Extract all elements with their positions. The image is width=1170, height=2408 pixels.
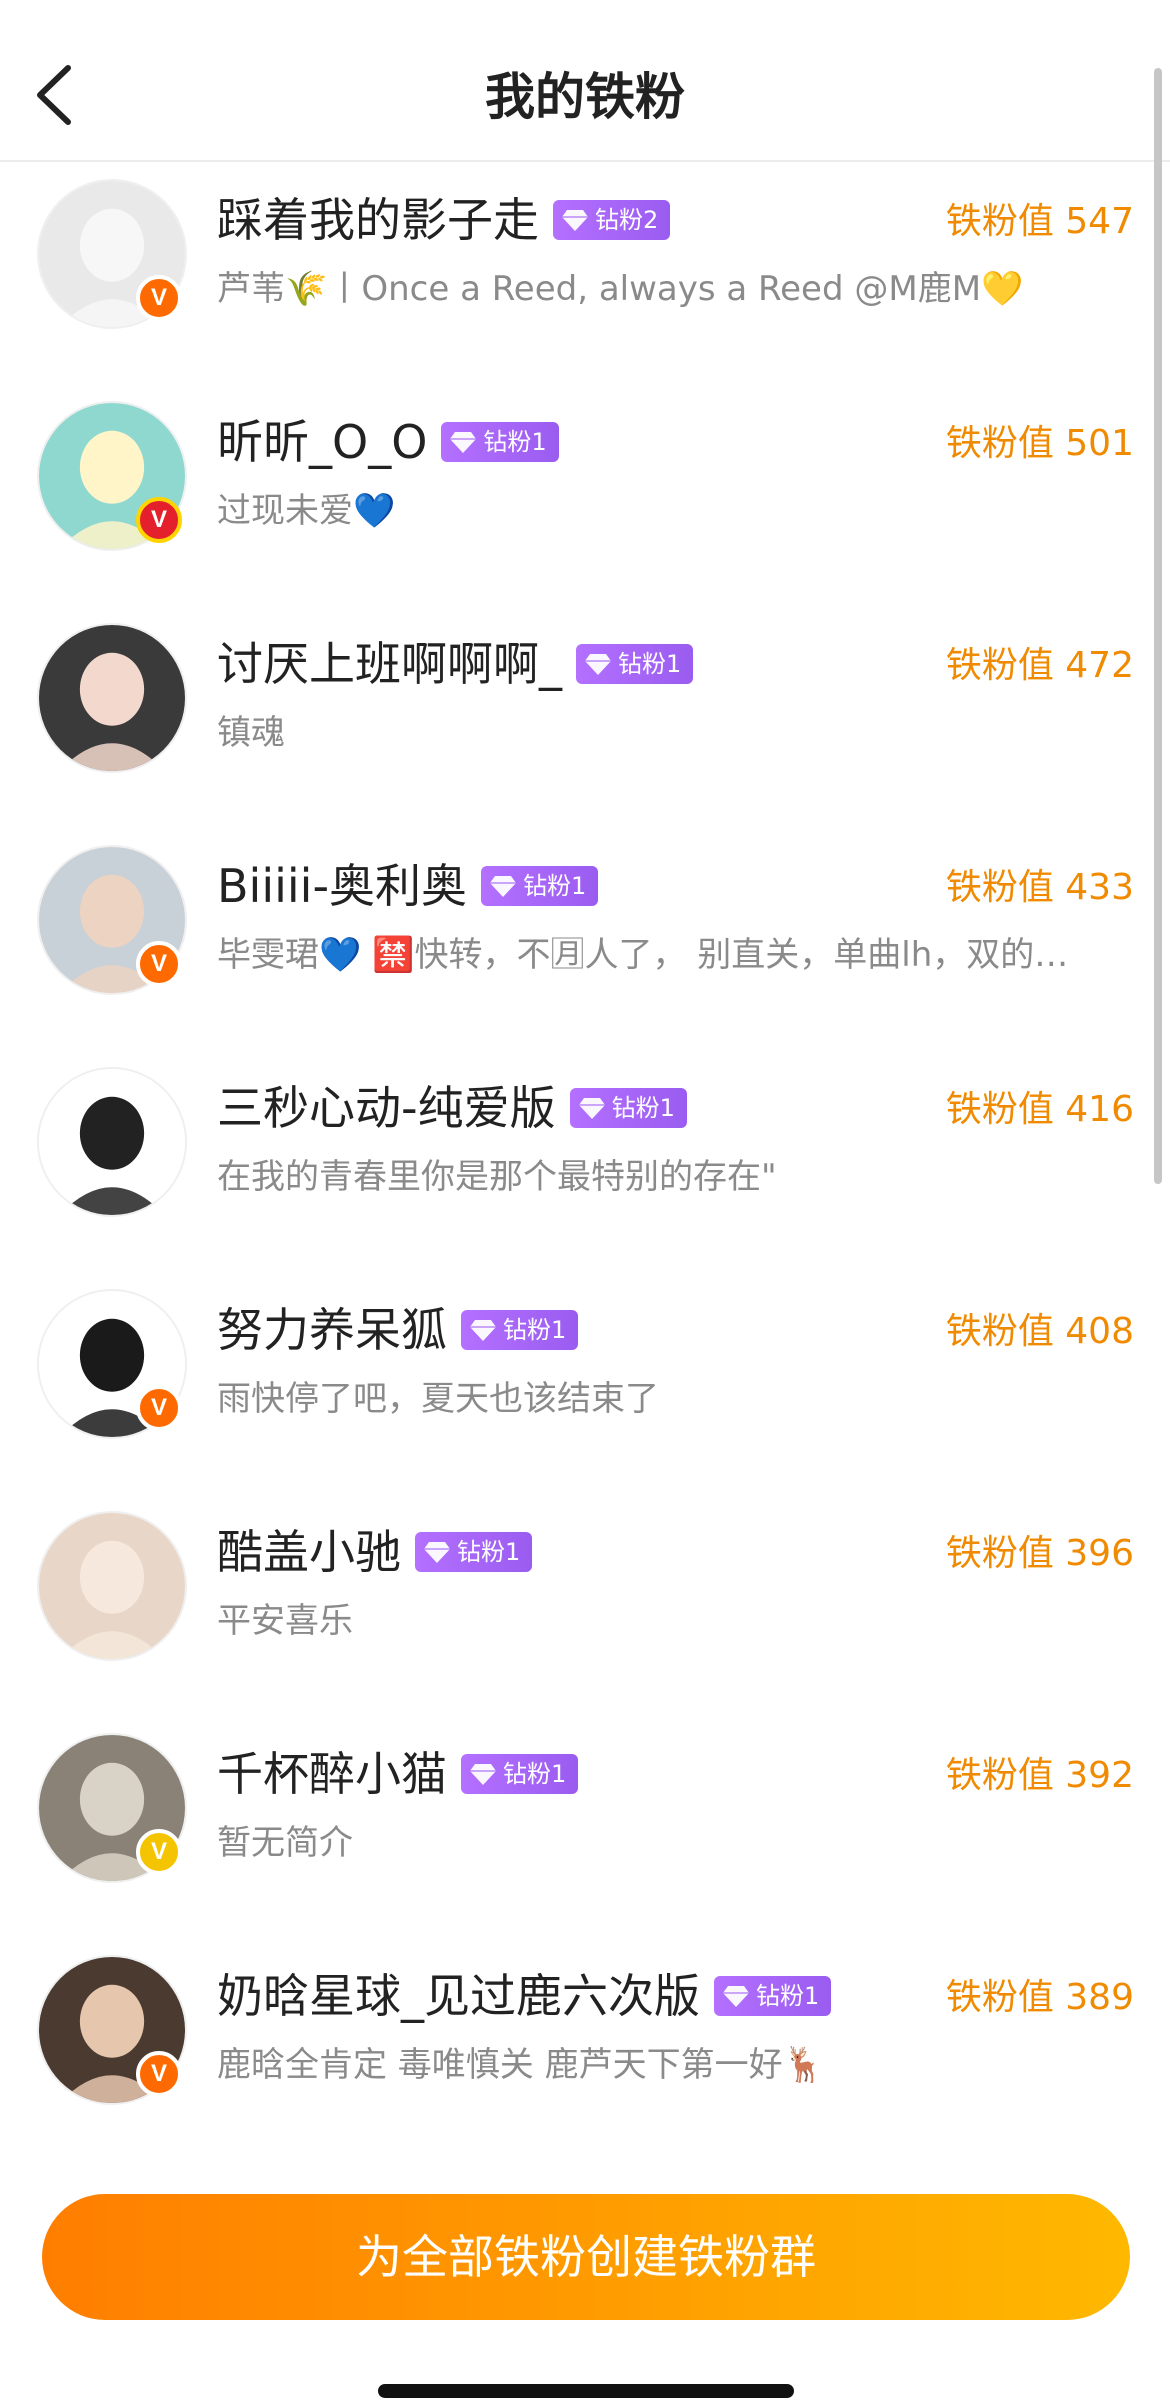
fan-bio: 平安喜乐: [217, 1601, 353, 1641]
fan-level-tag: 钻粉1: [569, 1088, 687, 1128]
iron-fan-score: 铁粉值 547: [945, 201, 1134, 242]
fan-name[interactable]: 千杯醉小猫: [217, 1741, 447, 1807]
avatar[interactable]: [37, 623, 187, 773]
diamond-icon: [470, 1320, 496, 1341]
fan-list-item[interactable]: V 千杯醉小猫 钻粉1 铁粉值 392 暂无简介: [0, 1716, 1170, 1938]
verified-badge-icon: V: [136, 1385, 182, 1431]
diamond-icon: [562, 210, 588, 231]
name-line: 三秒心动-纯爱版 钻粉1: [217, 1075, 687, 1141]
verified-badge-icon: V: [136, 497, 182, 543]
iron-fan-score: 铁粉值 501: [945, 423, 1134, 464]
navigation-bar: 我的铁粉: [0, 0, 1170, 162]
fan-name[interactable]: Biiiii-奥利奥: [217, 853, 467, 919]
fan-bio: 芦苇🌾丨Once a Reed, always a Reed @M鹿M💛: [217, 269, 1024, 309]
fan-level-tag: 钻粉1: [714, 1976, 832, 2016]
verified-badge-icon: V: [136, 1829, 182, 1875]
fan-name[interactable]: 奶晗星球_见过鹿六次版: [217, 1963, 700, 2029]
home-indicator: [378, 2384, 794, 2398]
diamond-icon: [450, 432, 477, 453]
fan-level-label: 钻粉1: [756, 1982, 820, 2010]
iron-fan-score: 铁粉值 389: [945, 1977, 1134, 2018]
avatar[interactable]: [37, 1511, 187, 1661]
fan-bio: 镇魂: [217, 713, 285, 753]
iron-fan-score: 铁粉值 396: [945, 1533, 1134, 1574]
iron-fan-score: 铁粉值 472: [945, 645, 1134, 686]
fan-level-label: 钻粉1: [523, 872, 587, 900]
diamond-icon: [424, 1542, 450, 1563]
fan-level-tag: 钻粉1: [441, 422, 559, 462]
fan-level-label: 钻粉1: [503, 1760, 567, 1788]
name-line: 酷盖小驰 钻粉1: [217, 1519, 533, 1585]
fan-name[interactable]: 努力养呆狐: [217, 1297, 447, 1363]
fan-bio: 雨快停了吧，夏天也该结束了: [217, 1379, 659, 1419]
fan-level-tag: 钻粉1: [415, 1532, 533, 1572]
fan-name[interactable]: 昕昕_O_O: [217, 409, 427, 475]
fan-bio: 暂无简介: [217, 1823, 353, 1863]
fan-level-label: 钻粉2: [595, 206, 659, 234]
fan-level-tag: 钻粉1: [461, 1754, 579, 1794]
fan-level-label: 钻粉1: [483, 428, 547, 456]
iron-fan-score: 铁粉值 433: [945, 867, 1134, 908]
name-line: 昕昕_O_O 钻粉1: [217, 409, 559, 475]
fan-bio: 过现未爱💙: [217, 491, 396, 531]
fan-name[interactable]: 讨厌上班啊啊啊_: [217, 631, 562, 697]
fan-bio: 在我的青春里你是那个最特别的存在": [217, 1157, 777, 1197]
verified-badge-icon: V: [136, 2051, 182, 2097]
fan-list-item[interactable]: V 酷盖小驰 钻粉1 铁粉值 396 平安喜乐: [0, 1494, 1170, 1716]
fan-level-label: 钻粉1: [618, 650, 682, 678]
fan-list-item[interactable]: V 踩着我的影子走 钻粉2 铁粉值 547 芦苇🌾丨Once a Reed, a…: [0, 162, 1170, 384]
fan-list: V 踩着我的影子走 钻粉2 铁粉值 547 芦苇🌾丨Once a Reed, a…: [0, 162, 1170, 2160]
iron-fan-score: 铁粉值 408: [945, 1311, 1134, 1352]
fan-list-item[interactable]: V 三秒心动-纯爱版 钻粉1 铁粉值 416 在我的青春里你是那个最特别的存在": [0, 1050, 1170, 1272]
diamond-icon: [470, 1764, 496, 1785]
diamond-icon: [578, 1098, 605, 1119]
fan-level-tag: 钻粉1: [576, 644, 694, 684]
page-title: 我的铁粉: [485, 68, 685, 126]
fan-level-tag: 钻粉1: [461, 1310, 579, 1350]
name-line: 讨厌上班啊啊啊_ 钻粉1: [217, 631, 694, 697]
diamond-icon: [723, 1986, 749, 2007]
name-line: 奶晗星球_见过鹿六次版 钻粉1: [217, 1963, 832, 2029]
iron-fan-score: 铁粉值 392: [945, 1755, 1134, 1796]
fan-level-label: 钻粉1: [611, 1094, 675, 1122]
fan-bio: 毕雯珺💙 🈲快转，不🈷人了， 别直关，单曲lh，双的…: [217, 935, 1069, 975]
fan-list-item[interactable]: V 讨厌上班啊啊啊_ 钻粉1 铁粉值 472 镇魂: [0, 606, 1170, 828]
create-fan-group-button[interactable]: 为全部铁粉创建铁粉群: [42, 2194, 1130, 2320]
fan-list-item[interactable]: V 努力养呆狐 钻粉1 铁粉值 408 雨快停了吧，夏天也该结束了: [0, 1272, 1170, 1494]
fan-level-label: 钻粉1: [503, 1316, 567, 1344]
fan-bio: 鹿晗全肯定 毒唯慎关 鹿芦天下第一好🦌: [217, 2045, 825, 2085]
fan-name[interactable]: 三秒心动-纯爱版: [217, 1075, 556, 1141]
fan-list-item[interactable]: V 奶晗星球_见过鹿六次版 钻粉1 铁粉值 389 鹿晗全肯定 毒唯慎关 鹿芦天…: [0, 1938, 1170, 2160]
fan-level-tag: 钻粉1: [481, 866, 599, 906]
name-line: 努力养呆狐 钻粉1: [217, 1297, 579, 1363]
fan-level-label: 钻粉1: [457, 1538, 521, 1566]
name-line: 踩着我的影子走 钻粉2: [217, 187, 671, 253]
fan-list-item[interactable]: V 昕昕_O_O 钻粉1 铁粉值 501 过现未爱💙: [0, 384, 1170, 606]
fan-list-item[interactable]: V Biiiii-奥利奥 钻粉1 铁粉值 433 毕雯珺💙 🈲快转，不🈷人了， …: [0, 828, 1170, 1050]
name-line: Biiiii-奥利奥 钻粉1: [217, 853, 599, 919]
diamond-icon: [585, 654, 611, 675]
verified-badge-icon: V: [136, 275, 182, 321]
iron-fan-score: 铁粉值 416: [945, 1089, 1134, 1130]
bottom-bar: 为全部铁粉创建铁粉群: [0, 2158, 1170, 2408]
verified-badge-icon: V: [136, 941, 182, 987]
fan-name[interactable]: 酷盖小驰: [217, 1519, 401, 1585]
avatar[interactable]: [37, 1067, 187, 1217]
fan-name[interactable]: 踩着我的影子走: [217, 187, 539, 253]
fan-level-tag: 钻粉2: [553, 200, 671, 240]
name-line: 千杯醉小猫 钻粉1: [217, 1741, 579, 1807]
diamond-icon: [490, 876, 517, 897]
